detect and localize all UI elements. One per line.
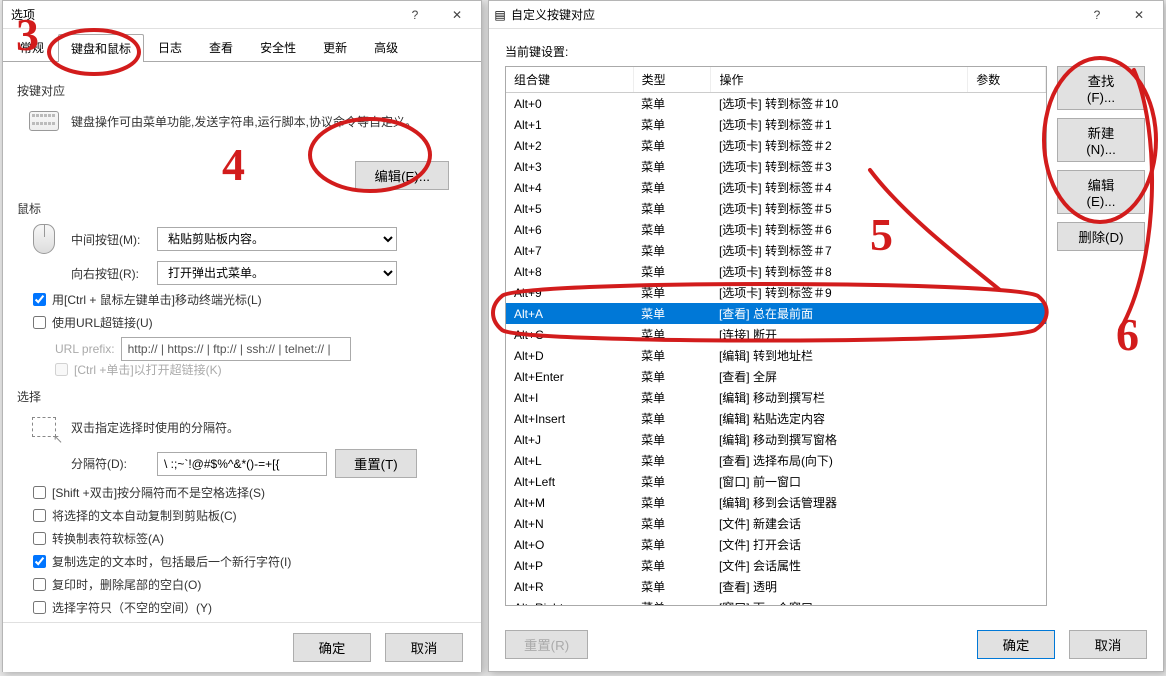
table-row[interactable]: Alt+5菜单[选项卡] 转到标签＃5 [506,198,1046,219]
help-button[interactable]: ? [395,4,435,26]
table-row[interactable]: Alt+P菜单[文件] 会话属性 [506,555,1046,576]
options-tabs: 常规键盘和鼠标日志查看安全性更新高级 [3,29,481,62]
col-header[interactable]: 操作 [711,67,968,93]
table-row[interactable]: Alt+4菜单[选项卡] 转到标签＃4 [506,177,1046,198]
chk-ctrl-single-label: [Ctrl +单击]以打开超链接(K) [74,361,222,378]
table-row[interactable]: Alt+D菜单[编辑] 转到地址栏 [506,345,1046,366]
reset-button[interactable]: 重置(R) [505,630,588,659]
right-btn-select[interactable]: 打开弹出式菜单。 [157,261,397,285]
keymap-side-buttons: 查找(F)... 新建(N)... 编辑(E)... 删除(D) [1057,66,1147,606]
table-row[interactable]: Alt+J菜单[编辑] 移动到撰写窗格 [506,429,1046,450]
table-row[interactable]: Alt+7菜单[选项卡] 转到标签＃7 [506,240,1046,261]
chk-tab-soft[interactable] [33,532,46,545]
keymap-titlebar: ▤ 自定义按键对应 ? ✕ [489,1,1163,29]
keymap-title: 自定义按键对应 [507,6,1077,23]
table-row[interactable]: Alt+R菜单[查看] 透明 [506,576,1046,597]
chk-trim-space[interactable] [33,578,46,591]
close-button[interactable]: ✕ [1119,4,1159,26]
select-header: 选择 [17,388,467,405]
tab-4[interactable]: 安全性 [247,33,309,61]
sep-reset-button[interactable]: 重置(T) [335,449,417,478]
chk-ctrl-single[interactable] [55,363,68,376]
keymap-table-wrap: 组合键类型操作参数 Alt+0菜单[选项卡] 转到标签＃10Alt+1菜单[选项… [505,66,1047,606]
table-row[interactable]: Alt+O菜单[文件] 打开会话 [506,534,1046,555]
table-row[interactable]: Alt+9菜单[选项卡] 转到标签＃9 [506,282,1046,303]
tab-6[interactable]: 高级 [361,33,411,61]
middle-btn-label: 中间按钮(M): [71,231,149,248]
chk-sel-nonspace[interactable] [33,601,46,614]
chk-trim-space-label: 复印时，删除尾部的空白(O) [52,576,201,593]
edit-button[interactable]: 编辑(E)... [1057,170,1145,214]
options-cancel-button[interactable]: 取消 [385,633,463,662]
keymap-footer: 重置(R) 确定 取消 [489,620,1163,669]
table-row[interactable]: Alt+C菜单[连接] 断开 [506,324,1046,345]
keymap-ok-button[interactable]: 确定 [977,630,1055,659]
mouse-icon [25,223,63,255]
keymap-cancel-button[interactable]: 取消 [1069,630,1147,659]
table-row[interactable]: Alt+Enter菜单[查看] 全屏 [506,366,1046,387]
table-row[interactable]: Alt+N菜单[文件] 新建会话 [506,513,1046,534]
chk-copy-nl[interactable] [33,555,46,568]
kb-header: 按键对应 [17,82,467,99]
options-dialog: 选项 ? ✕ 常规键盘和鼠标日志查看安全性更新高级 按键对应 键盘操作可由菜单功… [2,0,482,672]
table-row[interactable]: Alt+8菜单[选项卡] 转到标签＃8 [506,261,1046,282]
options-footer: 确定 取消 [3,622,481,672]
table-row[interactable]: Alt+3菜单[选项卡] 转到标签＃3 [506,156,1046,177]
chk-url-label: 使用URL超链接(U) [52,314,153,331]
selection-icon [25,411,63,443]
chk-copy-nl-label: 复制选定的文本时，包括最后一个新行字符(I) [52,553,291,570]
chk-url[interactable] [33,316,46,329]
table-row[interactable]: Alt+2菜单[选项卡] 转到标签＃2 [506,135,1046,156]
delete-button[interactable]: 删除(D) [1057,222,1145,251]
table-row[interactable]: Alt+0菜单[选项卡] 转到标签＃10 [506,93,1046,115]
table-row[interactable]: Alt+Left菜单[窗口] 前一窗口 [506,471,1046,492]
keymap-dialog: ▤ 自定义按键对应 ? ✕ 当前键设置: 组合键类型操作参数 Alt+0菜单[选… [488,0,1164,672]
table-row[interactable]: Alt+Insert菜单[编辑] 粘贴选定内容 [506,408,1046,429]
url-prefix-input[interactable] [121,337,351,361]
current-settings-label: 当前键设置: [505,43,1147,60]
tab-3[interactable]: 查看 [196,33,246,61]
col-header[interactable]: 类型 [633,67,711,93]
kb-desc: 键盘操作可由菜单功能,发送字符串,运行脚本,协议命令等自定义。 [71,113,467,130]
options-titlebar: 选项 ? ✕ [3,1,481,29]
app-icon: ▤ [493,8,507,22]
options-title: 选项 [7,6,395,23]
url-prefix-label: URL prefix: [55,342,115,356]
table-row[interactable]: Alt+A菜单[查看] 总在最前面 [506,303,1046,324]
keymap-table[interactable]: 组合键类型操作参数 Alt+0菜单[选项卡] 转到标签＃10Alt+1菜单[选项… [506,67,1046,606]
middle-btn-select[interactable]: 粘贴剪贴板内容。 [157,227,397,251]
table-row[interactable]: Alt+M菜单[编辑] 移到会话管理器 [506,492,1046,513]
chk-shift-dbl-label: [Shift +双击]按分隔符而不是空格选择(S) [52,484,265,501]
table-row[interactable]: Alt+I菜单[编辑] 移动到撰写栏 [506,387,1046,408]
options-ok-button[interactable]: 确定 [293,633,371,662]
help-button[interactable]: ? [1077,4,1117,26]
new-button[interactable]: 新建(N)... [1057,118,1145,162]
sep-label: 分隔符(D): [71,455,149,472]
close-button[interactable]: ✕ [437,4,477,26]
tab-2[interactable]: 日志 [145,33,195,61]
chk-autocopy-label: 将选择的文本自动复制到剪贴板(C) [52,507,237,524]
col-header[interactable]: 参数 [968,67,1046,93]
kb-edit-button[interactable]: 编辑(E)... [355,161,449,190]
tab-1[interactable]: 键盘和鼠标 [58,34,144,62]
table-row[interactable]: Alt+6菜单[选项卡] 转到标签＃6 [506,219,1046,240]
col-header[interactable]: 组合键 [506,67,633,93]
tab-0[interactable]: 常规 [7,33,57,61]
mouse-header: 鼠标 [17,200,467,217]
keyboard-icon [25,105,63,137]
find-button[interactable]: 查找(F)... [1057,66,1145,110]
table-row[interactable]: Alt+Right菜单[窗口] 下一个窗口 [506,597,1046,606]
chk-sel-nonspace-label: 选择字符只（不空的空间）(Y) [52,599,212,616]
table-row[interactable]: Alt+L菜单[查看] 选择布局(向下) [506,450,1046,471]
tab-5[interactable]: 更新 [310,33,360,61]
chk-tab-soft-label: 转换制表符软标签(A) [52,530,164,547]
right-btn-label: 向右按钮(R): [71,265,149,282]
chk-ctrl-click-label: 用[Ctrl + 鼠标左键单击]移动终端光标(L) [52,291,262,308]
select-desc: 双击指定选择时使用的分隔符。 [71,419,239,436]
chk-shift-dbl[interactable] [33,486,46,499]
sep-input[interactable] [157,452,327,476]
chk-ctrl-click[interactable] [33,293,46,306]
table-row[interactable]: Alt+1菜单[选项卡] 转到标签＃1 [506,114,1046,135]
chk-autocopy[interactable] [33,509,46,522]
